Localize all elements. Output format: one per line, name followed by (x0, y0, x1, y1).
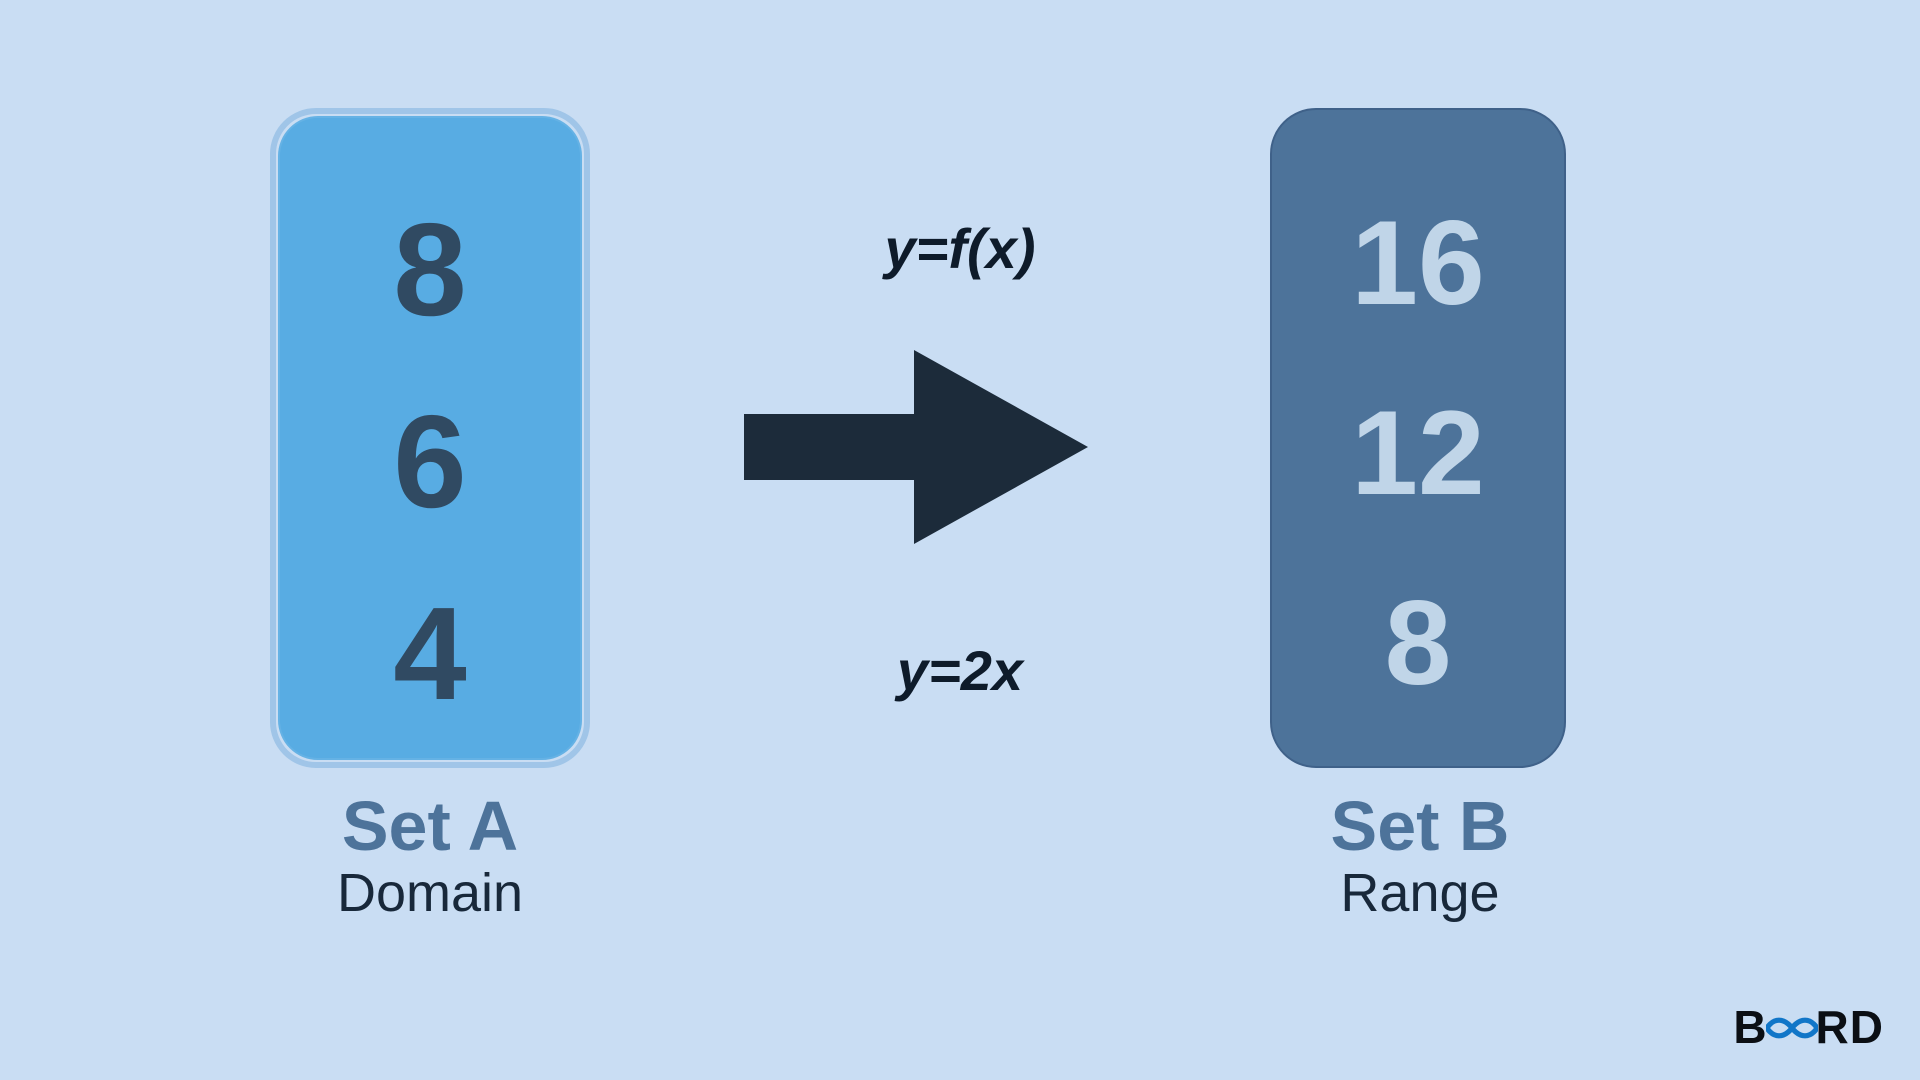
arrow-icon (744, 350, 1088, 544)
set-a-subtitle: Domain (220, 862, 640, 924)
set-b-box: 16 12 8 (1270, 108, 1566, 768)
set-b-value-0: 16 (1351, 188, 1484, 338)
set-a-title: Set A (220, 786, 640, 866)
equation-bottom: y=2x (0, 638, 1920, 703)
set-b-label-block: Set B Range (1210, 786, 1630, 924)
set-b-value-1: 12 (1351, 378, 1484, 528)
infinity-icon (1768, 1000, 1816, 1054)
set-a-value-1: 6 (393, 386, 466, 538)
logo-text-right: RD (1816, 1000, 1884, 1054)
equation-top: y=f(x) (0, 216, 1920, 281)
set-b-subtitle: Range (1210, 862, 1630, 924)
set-b-title: Set B (1210, 786, 1630, 866)
brand-logo: B RD (1733, 1000, 1884, 1054)
logo-text-left: B (1733, 1000, 1767, 1054)
diagram-stage: 8 6 4 Set A Domain y=f(x) y=2x 16 12 8 S… (0, 0, 1920, 1080)
set-b-value-2: 8 (1385, 568, 1452, 718)
set-a-label-block: Set A Domain (220, 786, 640, 924)
